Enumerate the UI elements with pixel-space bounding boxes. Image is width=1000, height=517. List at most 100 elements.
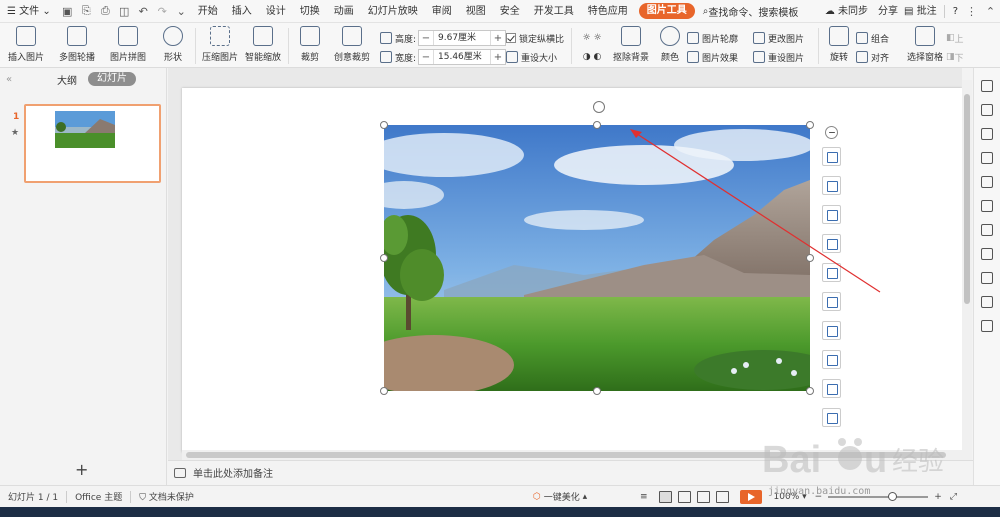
- tab-developer[interactable]: 开发工具: [527, 0, 581, 23]
- tab-picture-tools[interactable]: 图片工具: [638, 3, 695, 19]
- save-icon[interactable]: ▣: [58, 0, 77, 23]
- picture-style-icon[interactable]: [822, 408, 841, 427]
- resize-handle-left[interactable]: [380, 254, 388, 262]
- file-menu[interactable]: ☰ 文件 ⌄: [0, 0, 58, 23]
- tab-slides[interactable]: 幻灯片: [88, 72, 136, 86]
- more-icon[interactable]: ⌄: [172, 0, 191, 23]
- format-painter-icon[interactable]: ⎘: [77, 0, 96, 23]
- theme-name[interactable]: Office 主题: [67, 490, 130, 503]
- undo-icon[interactable]: ↶: [134, 0, 153, 23]
- height-stepper[interactable]: − 9.67厘米 +: [418, 30, 506, 46]
- chart-icon[interactable]: [981, 176, 993, 188]
- image-icon[interactable]: [981, 272, 993, 284]
- width-stepper[interactable]: − 15.46厘米 +: [418, 49, 506, 65]
- share-button[interactable]: 分享: [875, 0, 901, 23]
- creative-crop-button[interactable]: 创意裁剪: [328, 23, 376, 68]
- print-icon[interactable]: ⎙: [96, 0, 115, 23]
- notes-toggle-icon[interactable]: ≡: [640, 492, 648, 502]
- crop-icon[interactable]: [822, 147, 841, 166]
- collapse-toolbar-icon[interactable]: [825, 126, 838, 139]
- tab-slideshow[interactable]: 幻灯片放映: [361, 0, 425, 23]
- style-icon[interactable]: [981, 104, 993, 116]
- color-button[interactable]: 颜色: [653, 23, 687, 68]
- picture-outline-button[interactable]: 图片轮廓: [687, 30, 753, 46]
- crop-button[interactable]: 裁剪: [292, 23, 328, 68]
- shape-button[interactable]: 形状: [154, 23, 192, 68]
- comment-button[interactable]: ▤ 批注: [901, 0, 940, 23]
- height-input[interactable]: 9.67厘米: [433, 31, 491, 45]
- tab-transition[interactable]: 切换: [293, 0, 327, 23]
- group-button[interactable]: 组合: [856, 30, 904, 46]
- play-slideshow-icon[interactable]: [739, 490, 762, 504]
- beautify-button[interactable]: ⬡ 一键美化 ▴: [533, 490, 587, 504]
- presenter-view-icon[interactable]: [715, 491, 729, 503]
- reading-view-icon[interactable]: [696, 491, 710, 503]
- vertical-scrollbar[interactable]: [962, 80, 972, 460]
- normal-view-icon[interactable]: [658, 491, 672, 503]
- vertical-scrollbar-thumb[interactable]: [964, 94, 970, 304]
- tab-home[interactable]: 开始: [191, 0, 225, 23]
- remove-background-button[interactable]: 抠除背景: [609, 23, 653, 68]
- multi-outline-button[interactable]: 多图轮播: [52, 23, 102, 68]
- picture-effect-button[interactable]: 图片效果: [687, 49, 753, 65]
- extract-text-icon[interactable]: [822, 321, 841, 340]
- tab-review[interactable]: 审阅: [425, 0, 459, 23]
- reset-size-button[interactable]: 重设大小: [506, 49, 568, 65]
- command-search[interactable]: ⌕ 查找命令、搜索模板: [703, 4, 799, 19]
- border-icon[interactable]: [822, 263, 841, 282]
- decrement-icon[interactable]: −: [419, 33, 433, 44]
- print-preview-icon[interactable]: ◫: [115, 0, 134, 23]
- reset-picture-button[interactable]: 重设图片: [753, 49, 815, 65]
- collapse-panel-icon[interactable]: «: [6, 74, 36, 85]
- contrast-down-icon[interactable]: ◐: [593, 52, 601, 62]
- tab-insert[interactable]: 插入: [225, 0, 259, 23]
- collapse-ribbon-icon[interactable]: ⌃: [981, 0, 1000, 23]
- align-button[interactable]: 对齐: [856, 49, 904, 65]
- tab-design[interactable]: 设计: [259, 0, 293, 23]
- copy-picture-icon[interactable]: [822, 350, 841, 369]
- increment-icon[interactable]: +: [491, 33, 505, 44]
- resize-handle-bottom-left[interactable]: [380, 387, 388, 395]
- slide[interactable]: [182, 88, 962, 452]
- selection-pane-button[interactable]: 选择窗格: [904, 23, 946, 68]
- redo-icon[interactable]: ↷: [153, 0, 172, 23]
- increment-icon[interactable]: +: [491, 52, 505, 63]
- change-picture-button[interactable]: 更改图片: [753, 30, 815, 46]
- resize-handle-top-left[interactable]: [380, 121, 388, 129]
- tab-animation[interactable]: 动画: [327, 0, 361, 23]
- resize-handle-top[interactable]: [593, 121, 601, 129]
- history-icon[interactable]: [981, 320, 993, 332]
- picture-split-icon[interactable]: [822, 205, 841, 224]
- width-input[interactable]: 15.46厘米: [433, 50, 491, 64]
- compress-picture-button[interactable]: 压缩图片: [199, 23, 241, 68]
- zoom-picture-icon[interactable]: [822, 234, 841, 253]
- grid-icon[interactable]: [981, 152, 993, 164]
- smart-zoom-button[interactable]: 智能缩放: [241, 23, 285, 68]
- rotate-button[interactable]: 旋转: [822, 23, 856, 68]
- filter-icon[interactable]: [981, 224, 993, 236]
- protection-status[interactable]: ⛉ 文档未保护: [131, 490, 202, 503]
- tab-outline[interactable]: 大纲: [48, 72, 86, 87]
- remove-background-icon[interactable]: [822, 176, 841, 195]
- picture-collage-button[interactable]: 图片拼图: [102, 23, 154, 68]
- resize-handle-bottom[interactable]: [593, 387, 601, 395]
- brightness-down-icon[interactable]: ☼: [593, 33, 601, 43]
- bring-forward-button[interactable]: ◧ 上: [946, 30, 970, 46]
- picture-collage-icon[interactable]: [822, 292, 841, 311]
- more-options-icon[interactable]: ⋮: [962, 0, 981, 23]
- help-button[interactable]: ?: [949, 0, 962, 23]
- slide-thumbnail[interactable]: [24, 104, 161, 183]
- settings-icon[interactable]: [981, 200, 993, 212]
- shapes-icon[interactable]: [981, 128, 993, 140]
- tab-features[interactable]: 特色应用: [581, 0, 635, 23]
- rotate-handle-icon[interactable]: [593, 101, 605, 113]
- resize-handle-top-right[interactable]: [806, 121, 814, 129]
- insert-picture-button[interactable]: 插入图片: [0, 23, 52, 68]
- sorter-view-icon[interactable]: [677, 491, 691, 503]
- landscape-picture[interactable]: [384, 125, 810, 391]
- sync-status[interactable]: ☁ 未同步: [818, 0, 875, 23]
- picture-effect-icon[interactable]: [822, 379, 841, 398]
- tab-security[interactable]: 安全: [493, 0, 527, 23]
- shield-icon[interactable]: [981, 296, 993, 308]
- contrast-up-icon[interactable]: ◑: [583, 52, 591, 62]
